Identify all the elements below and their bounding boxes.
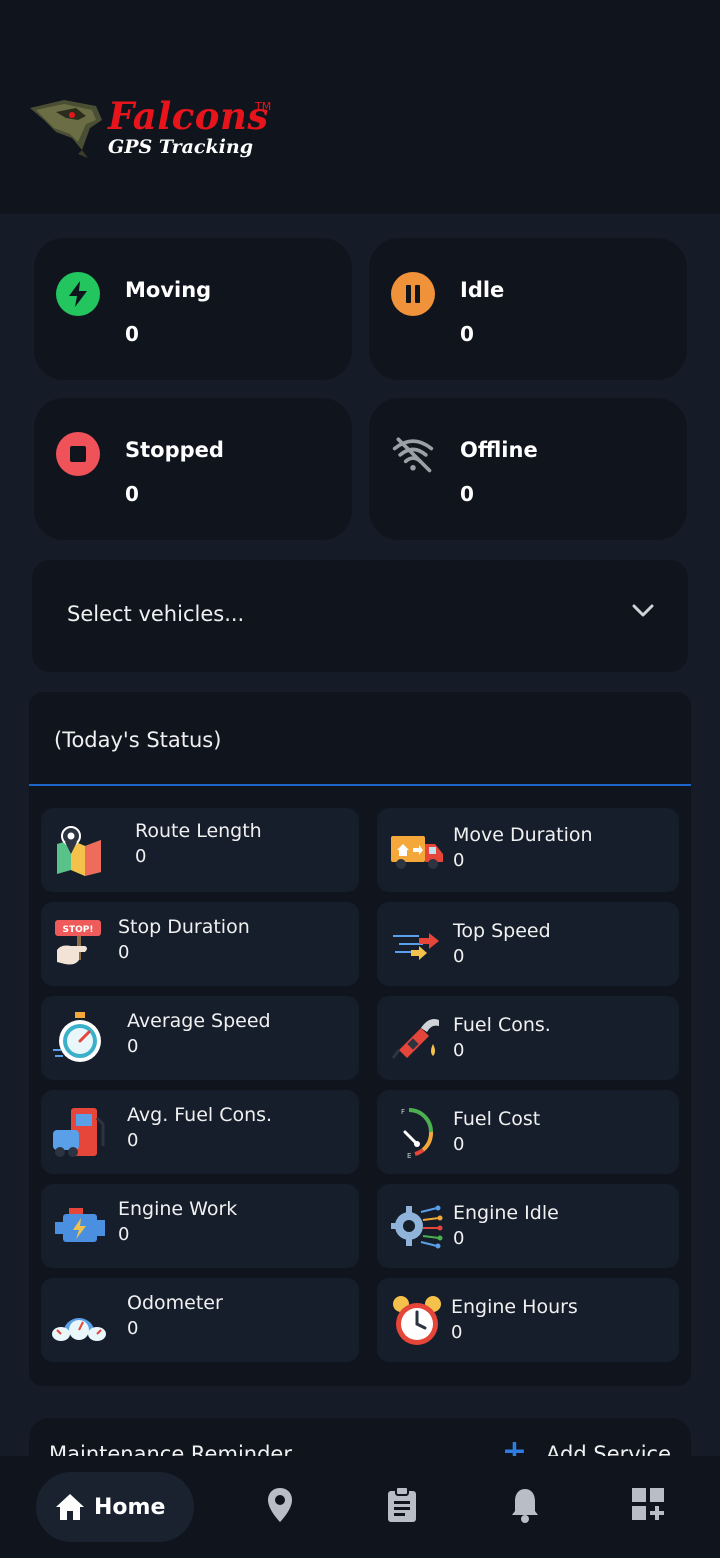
stat-label: Moving [125,278,212,302]
home-icon [56,1494,84,1520]
location-pin-icon[interactable] [266,1486,294,1524]
stat-card-stopped[interactable]: Stopped 0 [34,398,352,540]
metric-value: 0 [451,1322,463,1343]
bottom-nav: Home [0,1456,720,1558]
metric-label: Route Length [135,820,262,842]
metric-label: Engine Idle [453,1202,559,1224]
falcons-logo: Falcons TM GPS Tracking [26,94,286,166]
svg-text:STOP!: STOP! [63,925,94,935]
metric-value: 0 [127,1130,139,1151]
metric-label: Avg. Fuel Cons. [127,1104,273,1126]
brand-name: Falcons [108,94,269,138]
metric-stop-duration[interactable]: STOP! Stop Duration 0 [41,902,359,986]
metric-top-speed[interactable]: Top Speed 0 [377,902,679,986]
trademark: TM [255,100,272,113]
metric-value: 0 [135,846,147,867]
stat-value: 0 [460,322,474,346]
metric-value: 0 [453,850,465,871]
stat-label: Offline [460,438,538,462]
todays-status-panel: (Today's Status) Route Length 0 Move Dur… [29,692,691,1386]
falcon-logo-icon [30,100,102,158]
app-header: Falcons TM GPS Tracking [0,0,720,214]
metric-engine-work[interactable]: Engine Work 0 [41,1184,359,1268]
brand-tagline: GPS Tracking [108,136,253,158]
vehicle-select-placeholder: Select vehicles... [67,602,245,626]
svg-text:F: F [401,1108,405,1116]
stat-value: 0 [125,482,139,506]
dashboard-add-icon[interactable] [631,1486,665,1522]
metric-engine-hours[interactable]: Engine Hours 0 [377,1278,679,1362]
vehicle-select[interactable]: Select vehicles... [32,560,688,672]
metric-fuel-cost[interactable]: F E Fuel Cost 0 [377,1090,679,1174]
stat-value: 0 [125,322,139,346]
stat-card-offline[interactable]: Offline 0 [369,398,687,540]
stat-label: Idle [460,278,505,302]
metric-value: 0 [118,942,130,963]
metric-label: Engine Hours [451,1296,578,1318]
metric-value: 0 [127,1036,139,1057]
metric-label: Fuel Cons. [453,1014,551,1036]
stat-label: Stopped [125,438,224,462]
nav-home-label: Home [94,1494,166,1520]
fuel-gauge-icon: F E [401,1108,433,1160]
metric-odometer[interactable]: Odometer 0 [41,1278,359,1362]
metric-value: 0 [118,1224,130,1245]
stop-icon [56,432,100,476]
metric-label: Average Speed [127,1010,271,1032]
fuel-pump-icon [53,1108,105,1157]
metric-route-length[interactable]: Route Length 0 [41,808,359,892]
metric-label: Fuel Cost [453,1108,541,1130]
metric-value: 0 [127,1318,139,1339]
metric-move-duration[interactable]: Move Duration 0 [377,808,679,892]
metric-value: 0 [453,946,465,967]
fuel-nozzle-icon [391,1019,439,1059]
stat-card-moving[interactable]: Moving 0 [34,238,352,380]
truck-icon [391,836,443,869]
metric-label: Odometer [127,1292,223,1314]
engine-gear-icon [391,1205,443,1249]
chevron-down-icon [632,604,654,617]
metric-fuel-cons[interactable]: Fuel Cons. 0 [377,996,679,1080]
metric-value: 0 [453,1040,465,1061]
metric-value: 0 [453,1228,465,1249]
metric-label: Engine Work [118,1198,238,1220]
metric-engine-idle[interactable]: Engine Idle 0 [377,1184,679,1268]
metric-label: Top Speed [453,920,551,942]
stat-value: 0 [460,482,474,506]
map-pin-icon [57,826,101,876]
stat-card-idle[interactable]: Idle 0 [369,238,687,380]
nav-home-button[interactable]: Home [36,1472,194,1542]
metric-label: Stop Duration [118,916,250,938]
status-title: (Today's Status) [54,728,222,752]
stop-sign-hand-icon: STOP! [55,920,101,965]
bell-icon[interactable] [510,1486,540,1524]
wifi-off-icon [391,432,435,476]
metric-avg-fuel-cons[interactable]: Avg. Fuel Cons. 0 [41,1090,359,1174]
metric-value: 0 [453,1134,465,1155]
pause-icon [391,272,435,316]
metric-label: Move Duration [453,824,593,846]
status-divider [29,784,691,786]
clipboard-icon[interactable] [386,1486,418,1524]
stopwatch-icon [53,1012,101,1062]
svg-text:E: E [407,1152,411,1160]
lightning-icon [56,272,100,316]
metric-average-speed[interactable]: Average Speed 0 [41,996,359,1080]
speed-arrows-icon [393,933,439,960]
odometer-icon [52,1318,106,1341]
engine-icon [55,1208,105,1242]
alarm-clock-icon [393,1296,441,1345]
